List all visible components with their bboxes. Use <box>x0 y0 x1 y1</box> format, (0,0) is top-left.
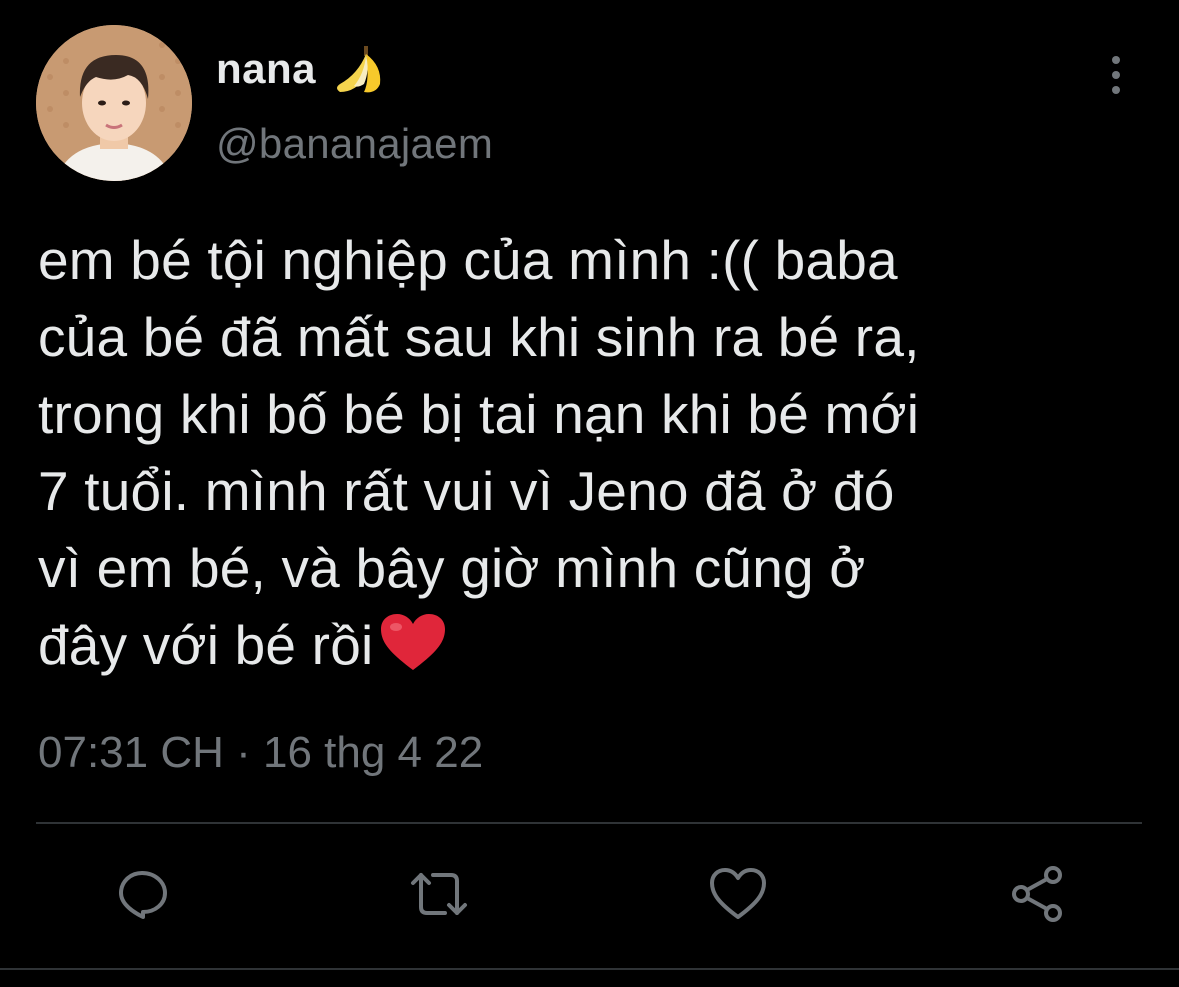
reply-icon <box>119 871 167 919</box>
tweet-text-line: vì em bé, và bây giờ mình cũng ở <box>38 537 866 599</box>
tweet-text-line: của bé đã mất sau khi sinh ra bé ra, <box>38 306 920 368</box>
display-name[interactable]: nana <box>216 45 316 93</box>
retweet-icon <box>411 873 467 915</box>
avatar[interactable] <box>36 25 192 181</box>
like-icon <box>710 868 766 919</box>
banana-icon <box>330 40 388 98</box>
share-icon <box>1012 866 1062 922</box>
tweet-text-line: trong khi bố bé bị tai nạn khi bé mới <box>38 383 920 445</box>
display-name-row: nana <box>216 38 388 100</box>
more-dot-icon <box>1112 86 1120 94</box>
more-dot-icon <box>1112 71 1120 79</box>
tweet-text-line: đây với bé rồi <box>38 614 374 676</box>
bottom-divider <box>0 968 1179 970</box>
divider <box>36 822 1142 824</box>
share-button[interactable] <box>1006 862 1070 926</box>
avatar-image <box>36 25 192 181</box>
like-button[interactable] <box>706 862 770 926</box>
author-handle[interactable]: @bananajaem <box>216 120 493 168</box>
tweet-timestamp[interactable]: 07:31 CH · 16 thg 4 22 <box>38 728 483 778</box>
reply-button[interactable] <box>110 862 174 926</box>
tweet-text-line: 7 tuổi. mình rất vui vì Jeno đã ở đó <box>38 460 895 522</box>
tweet-text: em bé tội nghiệp của mình :(( baba của b… <box>38 222 1138 684</box>
more-dot-icon <box>1112 56 1120 64</box>
retweet-button[interactable] <box>407 862 471 926</box>
red-heart-icon <box>379 612 447 674</box>
tweet-text-line: em bé tội nghiệp của mình :(( baba <box>38 229 898 291</box>
more-options-button[interactable] <box>1096 50 1136 100</box>
